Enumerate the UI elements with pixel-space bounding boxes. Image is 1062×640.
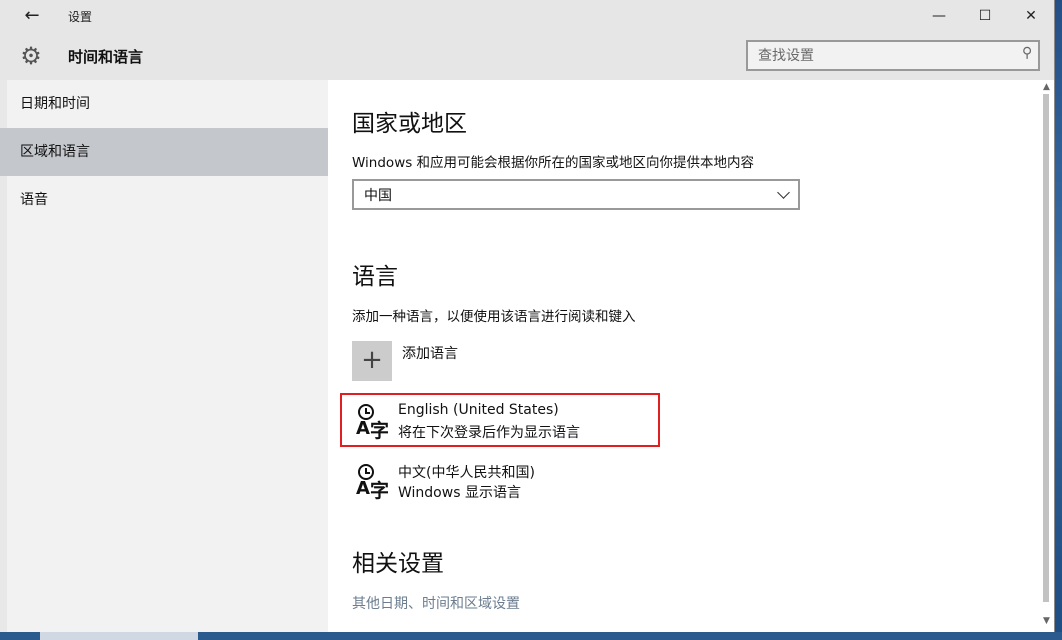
search-icon[interactable]: ⚲ bbox=[1022, 45, 1032, 61]
gear-icon: ⚙ bbox=[20, 42, 42, 70]
language-description: 添加一种语言，以便使用该语言进行阅读和键入 bbox=[352, 309, 636, 325]
scroll-thumb[interactable] bbox=[1043, 94, 1049, 602]
language-item-english[interactable]: A 字 English (United States) 将在下次登录后作为显示语… bbox=[352, 400, 652, 448]
language-icon-letter: A bbox=[356, 418, 370, 439]
title-bar: ← 设置 — ☐ ✕ bbox=[0, 0, 1054, 32]
country-dropdown[interactable]: 中国 bbox=[352, 179, 800, 210]
back-arrow-icon[interactable]: ← bbox=[14, 2, 50, 30]
language-icon: A 字 bbox=[356, 464, 390, 504]
add-language-label[interactable]: 添加语言 bbox=[402, 343, 458, 363]
chevron-down-icon bbox=[777, 186, 790, 199]
scroll-up-icon[interactable]: ▲ bbox=[1043, 82, 1050, 92]
language-icon-char: 字 bbox=[370, 420, 390, 442]
close-button[interactable]: ✕ bbox=[1008, 0, 1054, 32]
region-heading: 国家或地区 bbox=[352, 111, 467, 137]
settings-window: ← 设置 — ☐ ✕ ⚙ 时间和语言 ⚲ 日期和时间 区域和语言 语音 国家或地… bbox=[0, 0, 1055, 632]
language-name: English (United States) bbox=[398, 402, 559, 418]
language-heading: 语言 bbox=[352, 264, 398, 290]
window-title: 设置 bbox=[68, 10, 93, 24]
language-name: 中文(中华人民共和国) bbox=[398, 465, 535, 481]
related-heading: 相关设置 bbox=[352, 551, 444, 577]
sidebar-item-region-language[interactable]: 区域和语言 bbox=[0, 128, 328, 176]
minimize-button[interactable]: — bbox=[916, 0, 962, 32]
maximize-button[interactable]: ☐ bbox=[962, 0, 1008, 32]
language-icon: A 字 bbox=[356, 404, 390, 444]
search-input[interactable] bbox=[748, 42, 1028, 69]
language-item-chinese[interactable]: A 字 中文(中华人民共和国) Windows 显示语言 bbox=[352, 460, 652, 508]
page-title: 时间和语言 bbox=[68, 48, 144, 66]
language-status: 将在下次登录后作为显示语言 bbox=[398, 425, 580, 441]
sidebar-item-speech[interactable]: 语音 bbox=[0, 176, 328, 224]
sidebar-item-date-time[interactable]: 日期和时间 bbox=[0, 80, 328, 128]
add-language-button[interactable]: + bbox=[352, 341, 392, 381]
sidebar: 日期和时间 区域和语言 语音 bbox=[0, 80, 328, 632]
language-icon-char: 字 bbox=[370, 480, 390, 502]
search-box[interactable]: ⚲ bbox=[746, 40, 1040, 71]
additional-settings-link[interactable]: 其他日期、时间和区域设置 bbox=[352, 593, 520, 613]
language-icon-letter: A bbox=[356, 478, 370, 499]
main-content: 国家或地区 Windows 和应用可能会根据你所在的国家或地区向你提供本地内容 … bbox=[328, 80, 1040, 632]
scroll-down-icon[interactable]: ▼ bbox=[1043, 616, 1050, 626]
desktop-background bbox=[1055, 0, 1062, 640]
scrollbar[interactable]: ▲ ▼ bbox=[1040, 80, 1054, 632]
desktop-item bbox=[40, 632, 198, 640]
region-description: Windows 和应用可能会根据你所在的国家或地区向你提供本地内容 bbox=[352, 155, 755, 171]
country-value: 中国 bbox=[364, 188, 392, 204]
language-status: Windows 显示语言 bbox=[398, 485, 521, 501]
page-header: ⚙ 时间和语言 ⚲ bbox=[0, 32, 1054, 80]
